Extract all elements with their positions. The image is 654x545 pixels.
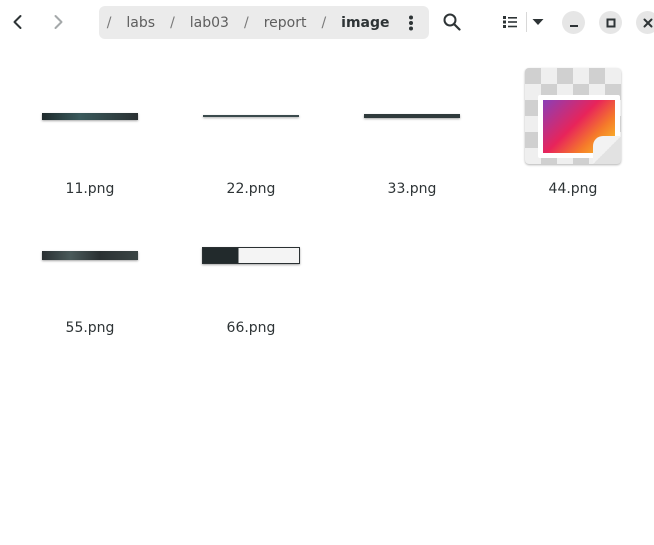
file-name: 55.png (65, 320, 115, 336)
close-button[interactable] (636, 11, 654, 34)
search-button[interactable] (436, 6, 468, 38)
image-thumbnail (202, 246, 300, 264)
file-thumbnail (20, 44, 160, 188)
path-bar: c / labs / lab03 / report / image (99, 6, 429, 39)
maximize-icon (606, 18, 615, 27)
search-icon (443, 13, 461, 31)
go-next-icon (54, 15, 63, 29)
image-thumbnail (203, 115, 299, 117)
header-bar: c / labs / lab03 / report / image (0, 0, 654, 44)
file-thumbnail (503, 44, 643, 188)
path-menu-button[interactable] (401, 6, 421, 39)
breadcrumb-lab03[interactable]: lab03 (175, 15, 244, 31)
page-fold (593, 136, 621, 164)
breadcrumb-image[interactable]: image (326, 15, 404, 31)
back-button[interactable] (2, 6, 34, 38)
file-grid: 11.png 22.png 33.png 44.png 55.png 66.pn… (0, 44, 654, 545)
file-item[interactable]: 66.png (181, 227, 321, 357)
maximize-button[interactable] (599, 11, 622, 34)
file-thumbnail (181, 183, 321, 327)
file-thumbnail (342, 44, 482, 188)
list-view-icon (503, 16, 517, 28)
file-thumbnail (20, 183, 160, 327)
view-options-button[interactable] (522, 6, 554, 38)
breadcrumb-c[interactable]: c (99, 15, 107, 31)
file-name: 44.png (548, 181, 598, 197)
file-item[interactable]: 33.png (342, 88, 482, 218)
minimize-button[interactable] (562, 11, 585, 34)
image-file-icon (525, 68, 621, 164)
file-thumbnail (181, 44, 321, 188)
chevron-down-icon (532, 19, 544, 25)
file-name: 33.png (387, 181, 437, 197)
file-item[interactable]: 55.png (20, 227, 160, 357)
file-name: 66.png (226, 320, 276, 336)
image-thumbnail (42, 250, 138, 260)
breadcrumb-labs[interactable]: labs (111, 15, 170, 31)
go-previous-icon (13, 15, 22, 29)
breadcrumb-report[interactable]: report (249, 15, 322, 31)
forward-button[interactable] (42, 6, 74, 38)
image-thumbnail (42, 112, 138, 120)
close-icon (643, 18, 652, 27)
minimize-icon (569, 24, 578, 27)
view-more-icon (409, 15, 413, 30)
image-thumbnail (364, 114, 460, 118)
file-item[interactable]: 44.png (503, 68, 643, 218)
